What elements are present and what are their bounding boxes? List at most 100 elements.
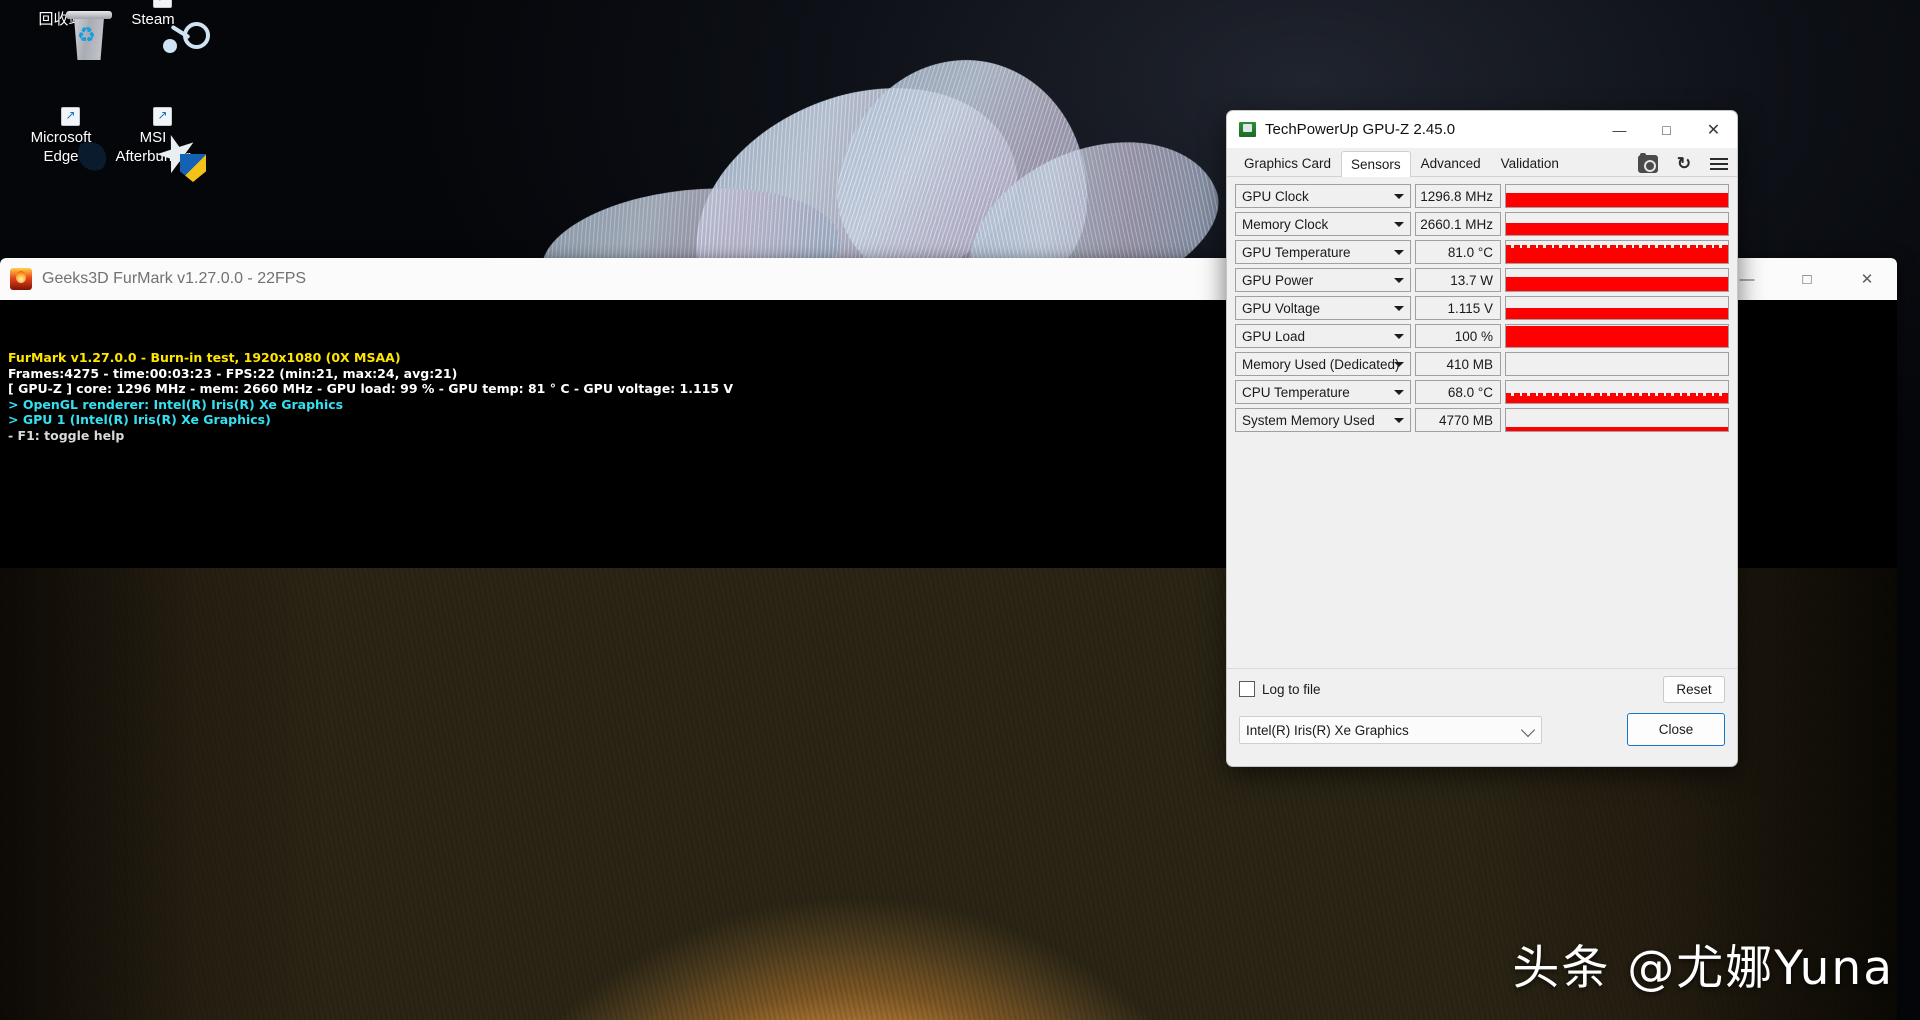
caret-down-icon: [1394, 306, 1404, 311]
sensor-name-dropdown[interactable]: GPU Voltage: [1235, 296, 1411, 320]
sensor-row: GPU Load 100 %: [1235, 324, 1729, 348]
sensor-value: 68.0 °C: [1415, 380, 1501, 404]
overlay-line-title: FurMark v1.27.0.0 - Burn-in test, 1920x1…: [8, 350, 401, 365]
tab-graphics-card[interactable]: Graphics Card: [1234, 150, 1341, 176]
furmark-app-icon: [10, 268, 32, 290]
sensor-name-dropdown[interactable]: Memory Clock: [1235, 212, 1411, 236]
sensor-row: Memory Used (Dedicated) 410 MB: [1235, 352, 1729, 376]
sensor-graph-fill: [1506, 396, 1728, 403]
sensor-value: 1.115 V: [1415, 296, 1501, 320]
sensor-graph-fill: [1506, 427, 1728, 431]
gpuz-window[interactable]: TechPowerUp GPU-Z 2.45.0 — □ ✕ Graphics …: [1226, 110, 1738, 767]
caret-down-icon: [1394, 362, 1404, 367]
gpuz-app-icon: [1239, 122, 1256, 137]
sensor-value: 13.7 W: [1415, 268, 1501, 292]
desktop-icon-msi-afterburner[interactable]: ↗ MSI Afterburner: [100, 107, 206, 182]
sensor-name-label: GPU Load: [1242, 328, 1306, 344]
overlay-line-gpuz: [ GPU-Z ] core: 1296 MHz - mem: 2660 MHz…: [8, 381, 734, 397]
furmark-title-text: Geeks3D FurMark v1.27.0.0 - 22FPS: [42, 270, 307, 287]
gpuz-bottom-bar: Log to file Reset Intel(R) Iris(R) Xe Gr…: [1227, 668, 1737, 766]
sensor-name-dropdown[interactable]: Memory Used (Dedicated): [1235, 352, 1411, 376]
sensor-value: 1296.8 MHz: [1415, 184, 1501, 208]
gpuz-close-button[interactable]: ✕: [1690, 111, 1737, 148]
furmark-maximize-button[interactable]: □: [1777, 258, 1837, 300]
tab-sensors[interactable]: Sensors: [1341, 151, 1411, 177]
render-vignette-left: [0, 568, 330, 1020]
gpu-select-dropdown[interactable]: Intel(R) Iris(R) Xe Graphics: [1239, 716, 1542, 744]
overlay-line-gpu: > GPU 1 (Intel(R) Iris(R) Xe Graphics): [8, 412, 271, 428]
gpuz-minimize-button[interactable]: —: [1596, 111, 1643, 148]
chevron-down-icon: [1520, 722, 1536, 738]
gpuz-title-text: TechPowerUp GPU-Z 2.45.0: [1265, 121, 1456, 138]
sensor-value: 81.0 °C: [1415, 240, 1501, 264]
sensor-graph-fill: [1506, 222, 1728, 235]
sensor-name-dropdown[interactable]: GPU Load: [1235, 324, 1411, 348]
sensor-name-label: CPU Temperature: [1242, 384, 1350, 400]
sensor-graph: [1505, 184, 1729, 208]
sensor-graph-noise: [1506, 393, 1728, 397]
desktop: ♻ 回收站 ↗ Steam ↗ Microsoft Edge ↗ MSI Aft…: [0, 0, 1920, 1020]
sensor-name-label: GPU Voltage: [1242, 300, 1321, 316]
sensor-value: 100 %: [1415, 324, 1501, 348]
gpu-select-row: Intel(R) Iris(R) Xe Graphics Close: [1227, 712, 1737, 756]
sensor-name-dropdown[interactable]: GPU Clock: [1235, 184, 1411, 208]
furmark-stats-overlay: FurMark v1.27.0.0 - Burn-in test, 1920x1…: [8, 350, 733, 444]
camera-icon[interactable]: [1638, 153, 1658, 173]
sensor-graph: [1505, 408, 1729, 432]
sensor-row: Memory Clock 2660.1 MHz: [1235, 212, 1729, 236]
sensor-name-dropdown[interactable]: System Memory Used: [1235, 408, 1411, 432]
refresh-icon[interactable]: ↻: [1674, 155, 1694, 173]
sensor-value: 4770 MB: [1415, 408, 1501, 432]
sensor-graph: [1505, 324, 1729, 348]
sensor-graph-fill: [1506, 325, 1728, 347]
sensor-name-dropdown[interactable]: GPU Temperature: [1235, 240, 1411, 264]
reset-button[interactable]: Reset: [1663, 676, 1725, 703]
gpuz-title-bar[interactable]: TechPowerUp GPU-Z 2.45.0 — □ ✕: [1227, 111, 1737, 148]
desktop-icon-microsoft-edge[interactable]: ↗ Microsoft Edge: [8, 107, 114, 166]
shortcut-arrow-icon: ↗: [153, 0, 172, 8]
caret-down-icon: [1394, 334, 1404, 339]
watermark-text: 头条 @尤娜Yuna: [1512, 941, 1894, 996]
sensor-graph: [1505, 268, 1729, 292]
sensor-row: GPU Clock 1296.8 MHz: [1235, 184, 1729, 208]
sensor-graph-fill: [1506, 308, 1728, 319]
sensor-graph: [1505, 380, 1729, 404]
furmark-window-controls: — □ ✕: [1717, 258, 1897, 300]
gpuz-toolbar: ↻: [1638, 153, 1730, 173]
gpuz-tab-bar: Graphics Card Sensors Advanced Validatio…: [1227, 148, 1737, 177]
shortcut-arrow-icon: ↗: [153, 107, 172, 126]
tab-advanced[interactable]: Advanced: [1411, 150, 1491, 176]
sensor-graph: [1505, 212, 1729, 236]
gpuz-maximize-button[interactable]: □: [1643, 111, 1690, 148]
sensor-graph: [1505, 296, 1729, 320]
close-button[interactable]: Close: [1627, 713, 1725, 746]
tab-validation[interactable]: Validation: [1491, 150, 1569, 176]
furmark-close-button[interactable]: ✕: [1837, 258, 1897, 300]
log-to-file-row: Log to file Reset: [1227, 668, 1737, 709]
desktop-icon-recycle-bin[interactable]: ♻ 回收站: [8, 10, 114, 60]
caret-down-icon: [1394, 194, 1404, 199]
sensor-graph-fill: [1506, 277, 1728, 291]
overlay-line-help: - F1: toggle help: [8, 427, 125, 443]
overlay-line-frames: Frames:4275 - time:00:03:23 - FPS:22 (mi…: [8, 365, 458, 381]
gpu-select-value: Intel(R) Iris(R) Xe Graphics: [1246, 722, 1409, 738]
sensor-name-dropdown[interactable]: GPU Power: [1235, 268, 1411, 292]
caret-down-icon: [1394, 390, 1404, 395]
sensor-row: GPU Voltage 1.115 V: [1235, 296, 1729, 320]
shortcut-arrow-icon: ↗: [61, 107, 80, 126]
hamburger-menu-icon[interactable]: [1710, 155, 1730, 173]
sensor-name-label: GPU Power: [1242, 272, 1314, 288]
sensor-name-label: Memory Clock: [1242, 216, 1329, 232]
sensor-row: CPU Temperature 68.0 °C: [1235, 380, 1729, 404]
caret-down-icon: [1394, 418, 1404, 423]
sensor-name-dropdown[interactable]: CPU Temperature: [1235, 380, 1411, 404]
overlay-line-renderer: > OpenGL renderer: Intel(R) Iris(R) Xe G…: [8, 396, 344, 412]
desktop-icon-steam[interactable]: ↗ Steam: [100, 0, 210, 53]
sensor-name-label: System Memory Used: [1242, 412, 1375, 428]
log-to-file-checkbox[interactable]: [1239, 681, 1255, 697]
sensor-name-label: GPU Clock: [1242, 188, 1309, 204]
sensor-graph-fill: [1506, 193, 1728, 207]
sensor-graph: [1505, 352, 1729, 376]
sensor-row: GPU Power 13.7 W: [1235, 268, 1729, 292]
sensor-name-label: GPU Temperature: [1242, 244, 1351, 260]
